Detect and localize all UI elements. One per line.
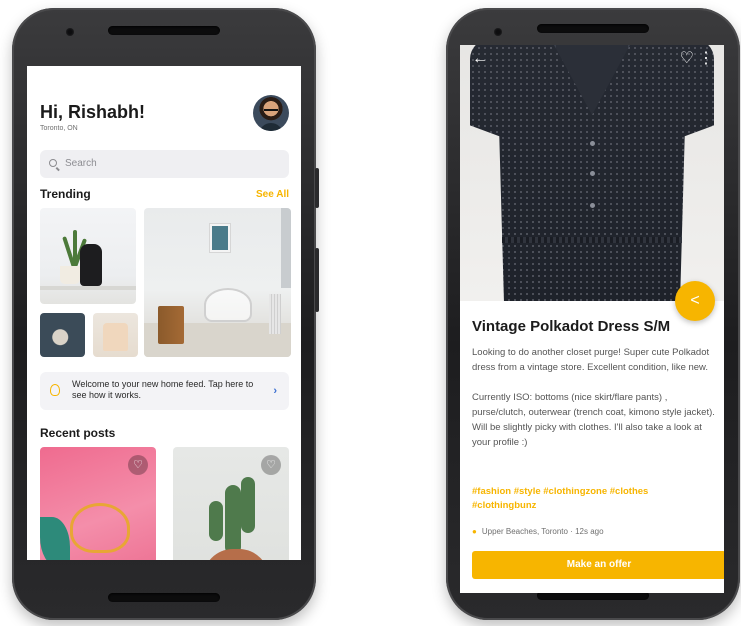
trending-tile-watch[interactable] xyxy=(40,313,85,357)
heart-icon[interactable]: ♡ xyxy=(128,455,148,475)
description-paragraph-1: Looking to do another closet purge! Supe… xyxy=(472,347,710,373)
trending-tile-top[interactable] xyxy=(93,313,138,357)
shelf xyxy=(40,286,136,290)
dress-button xyxy=(590,171,595,176)
phone-speaker-top xyxy=(537,24,649,33)
share-icon: < xyxy=(690,292,700,309)
search-placeholder: Search xyxy=(65,158,97,169)
home-feed-screen: Hi, Rishabh! Toronto, ON Search Trending… xyxy=(27,66,301,560)
radiator xyxy=(269,294,281,334)
phone-camera xyxy=(494,28,502,36)
description-paragraph-2: Currently ISO: bottoms (nice skirt/flare… xyxy=(472,392,715,448)
location-pin-icon: ● xyxy=(472,527,477,536)
more-vert-icon[interactable]: ⋮ xyxy=(698,51,714,67)
dress-button xyxy=(590,141,595,146)
listing-hero-image xyxy=(460,45,724,301)
recent-post-cactus[interactable]: ♡ xyxy=(173,447,289,560)
cactus-stem xyxy=(225,485,241,555)
trending-title: Trending xyxy=(40,187,91,201)
phone-volume-button xyxy=(315,248,319,312)
search-input[interactable]: Search xyxy=(40,150,289,178)
trending-tile-plant-cat[interactable] xyxy=(40,208,136,304)
recent-posts-title: Recent posts xyxy=(40,426,116,440)
avatar-glasses xyxy=(264,109,278,112)
palm-leaf xyxy=(40,517,70,560)
listing-location-time: Upper Beaches, Toronto · 12s ago xyxy=(481,527,604,536)
wood-stool xyxy=(158,306,184,344)
heart-icon[interactable]: ♡ xyxy=(680,51,694,67)
cactus-pot xyxy=(203,549,269,560)
dress-button xyxy=(590,203,595,208)
listing-title: Vintage Polkadot Dress S/M xyxy=(472,318,671,335)
showcase-stage: Hi, Rishabh! Toronto, ON Search Trending… xyxy=(0,0,741,626)
phone-power-button xyxy=(315,168,319,208)
see-all-link[interactable]: See All xyxy=(256,189,289,200)
avatar[interactable] xyxy=(253,95,289,131)
search-icon xyxy=(49,159,57,167)
phone-right: ← ♡ ⋮ < Vintage Polkadot Dress S/M Looki… xyxy=(446,8,740,620)
greeting-title: Hi, Rishabh! xyxy=(40,102,146,122)
chevron-right-icon: › xyxy=(273,385,277,397)
plant-pot xyxy=(60,266,80,284)
heart-icon[interactable]: ♡ xyxy=(261,455,281,475)
dress-waist xyxy=(502,237,682,243)
make-offer-button[interactable]: Make an offer xyxy=(472,551,724,579)
wire-chair xyxy=(204,288,252,322)
wall-frame xyxy=(210,224,230,252)
phone-speaker-top xyxy=(108,26,220,35)
share-button[interactable]: < xyxy=(675,281,715,321)
banner-text: Welcome to your new home feed. Tap here … xyxy=(72,379,254,400)
listing-tags[interactable]: #fashion #style #clothingzone #clothes #… xyxy=(472,485,712,513)
room-window xyxy=(281,208,291,288)
phone-camera xyxy=(66,28,74,36)
home-feed-banner[interactable]: Welcome to your new home feed. Tap here … xyxy=(40,372,289,410)
avatar-shirt xyxy=(259,123,283,131)
phone-speaker-bottom xyxy=(108,593,220,602)
listing-meta: ● Upper Beaches, Toronto · 12s ago xyxy=(472,527,604,536)
recent-post-chair[interactable]: ♡ xyxy=(40,447,156,560)
back-arrow-icon[interactable]: ← xyxy=(472,51,488,67)
hanging-top xyxy=(103,323,128,351)
lightbulb-icon xyxy=(50,384,60,396)
rattan-chair xyxy=(70,503,130,553)
phone-left: Hi, Rishabh! Toronto, ON Search Trending… xyxy=(12,8,319,620)
cactus-arm xyxy=(209,501,223,541)
lucky-cat-figure xyxy=(80,244,102,286)
user-location: Toronto, ON xyxy=(40,125,78,132)
listing-description: Looking to do another closet purge! Supe… xyxy=(472,345,716,450)
listing-detail-screen: ← ♡ ⋮ < Vintage Polkadot Dress S/M Looki… xyxy=(460,45,724,593)
cactus-arm xyxy=(241,477,255,533)
trending-tile-room[interactable] xyxy=(144,208,291,357)
